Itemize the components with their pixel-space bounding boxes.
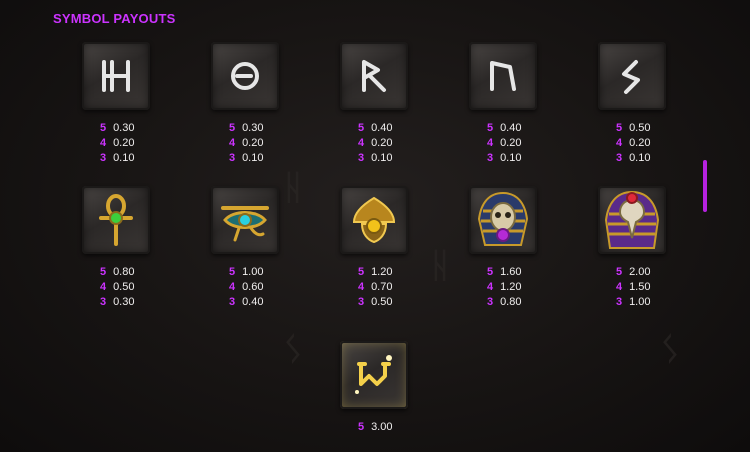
scarab-amulet-icon [340, 186, 408, 254]
payout-row: 4 0.20 [487, 137, 522, 149]
payout-row: 5 0.40 [487, 122, 522, 134]
payout-row: 4 1.50 [616, 281, 651, 293]
payout-row: 3 1.00 [616, 296, 651, 308]
payout-row: 4 0.20 [616, 137, 651, 149]
eye-of-horus-icon [211, 186, 279, 254]
payout-row: 3 0.50 [358, 296, 393, 308]
bird-skull-icon [598, 186, 666, 254]
payout-list: 5 2.00 4 1.50 3 1.00 [616, 265, 650, 310]
background-rune-icon: ᛊ [660, 330, 681, 370]
payout-row: 3 0.10 [358, 152, 393, 164]
payout-row: 4 0.70 [358, 281, 393, 293]
background-rune-icon: ᛊ [283, 330, 304, 370]
payout-list: 5 0.80 4 0.50 3 0.30 [100, 265, 134, 310]
payout-list: 5 3.00 [358, 420, 392, 435]
scrollbar-thumb[interactable] [703, 160, 707, 212]
payout-list: 5 0.30 4 0.20 3 0.10 [229, 121, 263, 166]
page-title: SYMBOL PAYOUTS [53, 11, 176, 26]
payout-list: 5 0.40 4 0.20 3 0.10 [487, 121, 521, 166]
payout-row: 3 0.10 [229, 152, 264, 164]
payout-row: 3 0.10 [616, 152, 651, 164]
payout-row: 4 0.20 [229, 137, 264, 149]
payout-row: 5 0.30 [100, 122, 135, 134]
rune-r-icon [340, 42, 408, 110]
payout-row: 3 0.10 [487, 152, 522, 164]
payout-row: 4 0.20 [358, 137, 393, 149]
payout-row: 4 0.50 [100, 281, 135, 293]
rune-u-icon [469, 42, 537, 110]
payout-row: 3 0.80 [487, 296, 522, 308]
payout-row: 5 2.00 [616, 266, 651, 278]
payout-row: 5 1.20 [358, 266, 393, 278]
rune-h-icon [82, 42, 150, 110]
payout-row: 5 0.30 [229, 122, 264, 134]
rune-circle-icon [211, 42, 279, 110]
payout-row: 3 0.10 [100, 152, 135, 164]
rune-s-icon [598, 42, 666, 110]
payout-row: 5 1.60 [487, 266, 522, 278]
ankh-icon [82, 186, 150, 254]
payout-row: 4 0.20 [100, 137, 135, 149]
payout-row: 3 0.30 [100, 296, 135, 308]
payout-list: 5 1.20 4 0.70 3 0.50 [358, 265, 392, 310]
background-rune-icon: ᚺ [283, 168, 304, 208]
payout-row: 5 1.00 [229, 266, 264, 278]
payout-list: 5 1.60 4 1.20 3 0.80 [487, 265, 521, 310]
pharaoh-skull-icon [469, 186, 537, 254]
wild-icon [340, 341, 408, 409]
payout-row: 5 3.00 [358, 421, 393, 433]
payout-row: 5 0.80 [100, 266, 135, 278]
payout-row: 3 0.40 [229, 296, 264, 308]
payout-list: 5 0.50 4 0.20 3 0.10 [616, 121, 650, 166]
payout-row: 5 0.50 [616, 122, 651, 134]
payout-row: 4 1.20 [487, 281, 522, 293]
payout-list: 5 0.30 4 0.20 3 0.10 [100, 121, 134, 166]
payout-row: 4 0.60 [229, 281, 264, 293]
payout-row: 5 0.40 [358, 122, 393, 134]
background-rune-icon: ᚺ [430, 246, 451, 286]
payout-list: 5 1.00 4 0.60 3 0.40 [229, 265, 263, 310]
payout-list: 5 0.40 4 0.20 3 0.10 [358, 121, 392, 166]
